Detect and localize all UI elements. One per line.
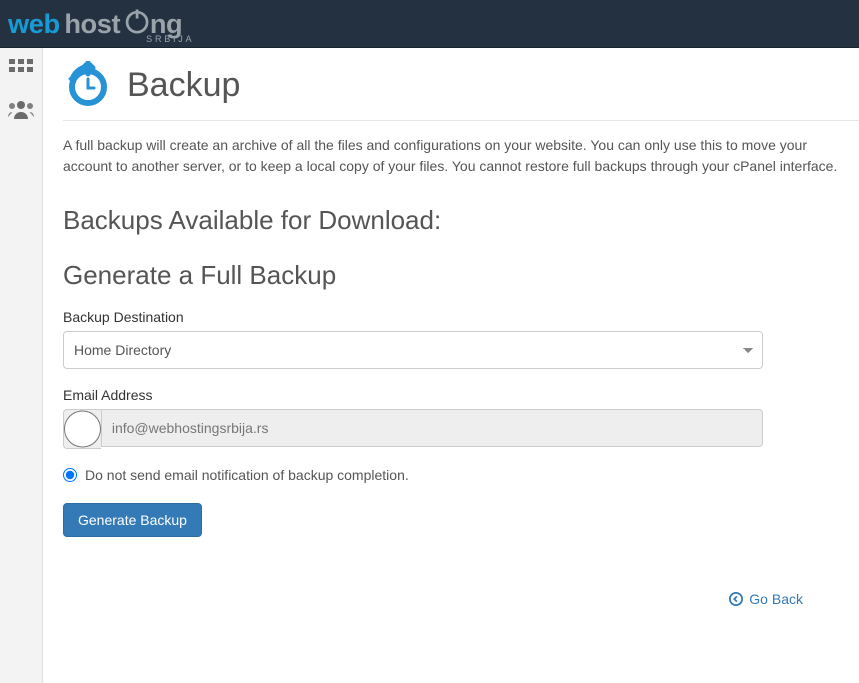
main-content: Backup A full backup will create an arch… (43, 48, 859, 683)
go-back-label: Go Back (749, 591, 803, 607)
section-available: Backups Available for Download: (63, 205, 859, 236)
destination-label: Backup Destination (63, 309, 763, 325)
topbar: web host ng SRBIJA (0, 0, 859, 48)
brand-logo[interactable]: web host ng SRBIJA (8, 4, 244, 44)
logo-subtext: SRBIJA (146, 34, 194, 44)
destination-select[interactable]: Home Directory (63, 331, 763, 369)
radio-no-email[interactable] (63, 468, 77, 482)
go-back-link[interactable]: Go Back (729, 591, 803, 607)
email-label: Email Address (63, 387, 763, 403)
backup-icon (63, 60, 113, 110)
generate-backup-button[interactable]: Generate Backup (63, 503, 202, 537)
section-generate: Generate a Full Backup (63, 260, 859, 291)
page-title: Backup (127, 66, 240, 105)
radio-send-email[interactable] (64, 410, 101, 448)
users-icon[interactable] (6, 98, 36, 120)
no-email-label: Do not send email notification of backup… (85, 467, 409, 483)
logo-text-web: web (8, 8, 60, 39)
intro-text: A full backup will create an archive of … (63, 135, 859, 177)
email-field[interactable] (101, 409, 763, 447)
logo-text-host: host (64, 8, 120, 39)
arrow-left-circle-icon (729, 592, 743, 606)
sidebar (0, 48, 43, 683)
email-radio-send[interactable] (63, 409, 101, 449)
apps-grid-icon[interactable] (6, 58, 36, 80)
divider (63, 120, 859, 121)
